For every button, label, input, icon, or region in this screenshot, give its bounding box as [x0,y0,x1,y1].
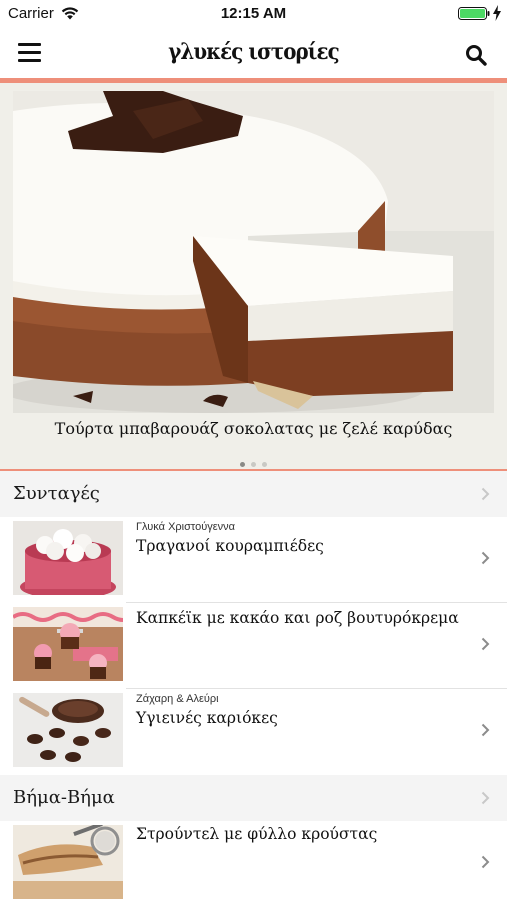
page-dot-1[interactable] [240,462,245,467]
app-logo: γλυκές ιστορίες [168,39,339,65]
section-title: Συνταγές [13,483,100,504]
recipe-thumbnail [13,607,123,681]
recipe-thumbnail [13,521,123,595]
featured-cake-image[interactable] [13,91,494,413]
section-header-recipes[interactable]: Συνταγές [0,471,507,517]
status-time: 12:15 AM [220,5,287,22]
chevron-right-icon [481,791,490,805]
chevron-right-icon [481,551,490,565]
featured-title[interactable]: Τούρτα μπαβαρουάζ σοκολατας με ζελέ καρύ… [0,419,507,438]
page-dot-2[interactable] [251,462,256,467]
chevron-right-icon [481,723,490,737]
recipe-thumbnail [13,825,123,899]
recipe-thumbnail [13,693,123,767]
status-bar: Carrier 12:15 AM [0,0,507,28]
list-item[interactable]: Ζάχαρη & Αλεύρι Υγιεινές καριόκες [0,689,507,775]
recipe-title: Καπκέϊκ με κακάο και ροζ βουτυρόκρεμα [136,609,459,627]
list-item[interactable]: Γλυκά Χριστούγεννα Τραγανοί κουραμπιέδες [0,517,507,603]
recipe-title: Στρούντελ με φύλλο κρούστας [136,825,378,843]
navigation-bar: γλυκές ιστορίες [0,28,507,78]
featured-carousel[interactable]: Τούρτα μπαβαρουάζ σοκολατας με ζελέ καρύ… [0,83,507,469]
chevron-right-icon [481,855,490,869]
chevron-right-icon [481,487,490,501]
recipe-title: Τραγανοί κουραμπιέδες [136,537,324,555]
battery-icon [458,7,490,20]
search-icon[interactable] [465,44,487,66]
list-item[interactable]: Καπκέϊκ με κακάο και ροζ βουτυρόκρεμα [0,603,507,689]
page-dot-3[interactable] [262,462,267,467]
recipe-title: Υγιεινές καριόκες [136,709,278,727]
section-header-step-by-step[interactable]: Βήμα-Βήμα [0,775,507,821]
recipe-category: Γλυκά Χριστούγεννα [136,521,236,533]
charging-bolt-icon [493,5,501,21]
recipe-category: Ζάχαρη & Αλεύρι [136,693,219,705]
section-title: Βήμα-Βήμα [13,787,115,808]
list-item[interactable]: Στρούντελ με φύλλο κρούστας [0,821,507,900]
chevron-right-icon [481,637,490,651]
